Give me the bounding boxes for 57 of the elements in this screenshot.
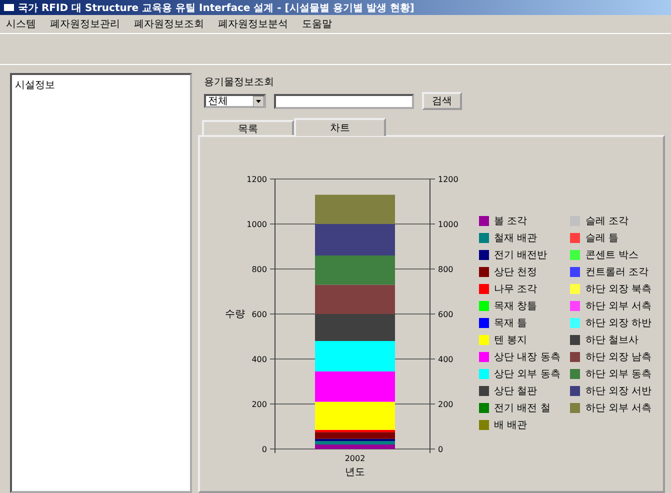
tree-item[interactable]: 시설정보 [15, 78, 187, 92]
menu-item[interactable]: 폐자원정보분석 [218, 17, 288, 31]
menu-item[interactable]: 폐자원정보조회 [134, 17, 204, 31]
legend-label: 전기 배전반 [494, 249, 548, 262]
legend-label: 상단 내장 동측 [494, 351, 560, 364]
legend-label: 하단 외장 서반 [585, 385, 652, 398]
tick-label: 1000 [438, 220, 458, 229]
tick-label: 0 [262, 445, 267, 454]
tick-label: 600 [438, 310, 454, 319]
legend-label: 목재 틀 [494, 317, 528, 330]
legend-label: 철재 배관 [494, 232, 538, 245]
tick-label: 400 [252, 355, 267, 364]
menu-item[interactable]: 시스템 [6, 17, 36, 31]
tab[interactable]: 목록 [202, 120, 294, 135]
category-label: 2002 [344, 454, 366, 463]
legend-label: 하단 외장 남측 [585, 351, 652, 364]
legend-label: 나무 조각 [494, 283, 538, 296]
legend-label: 콘센트 박스 [585, 249, 639, 262]
search-button[interactable]: 검색 [422, 92, 462, 110]
legend-label: 상단 외부 동측 [494, 368, 560, 381]
legend-label: 전기 배전 철 [494, 402, 550, 415]
y-axis-title: 수량 [225, 309, 245, 320]
dropdown-icon [253, 96, 264, 106]
legend-label: 하단 철브사 [585, 334, 639, 347]
legend-label: 하단 외부 서측 [585, 300, 652, 313]
legend-label: 상단 철판 [494, 385, 538, 398]
legend-label: 목재 창틀 [494, 300, 538, 313]
tick-label: 1200 [246, 175, 267, 184]
tick-label: 800 [252, 265, 267, 274]
window-title: 국가 RFID 대 Structure 교육용 유틸 Interface 설계 - [시설물별 용기별 발생 현황] [18, 2, 414, 14]
legend-label: 텐 봉지 [494, 334, 528, 347]
x-axis-title: 년도 [345, 467, 365, 478]
legend-label: 상단 천정 [494, 266, 538, 279]
tick-label: 0 [438, 445, 444, 454]
tick-label: 200 [438, 400, 454, 409]
app-icon [4, 3, 14, 12]
legend-label: 슬레 틀 [585, 232, 619, 245]
search-field[interactable] [274, 94, 414, 108]
legend-label: 하단 외부 동측 [585, 368, 652, 381]
group-label: 용기물정보조회 [204, 77, 274, 88]
legend-label: 하단 외부 서측 [585, 402, 652, 415]
legend-label: 슬레 조각 [585, 215, 629, 228]
tick-label: 800 [438, 265, 454, 274]
combo-box[interactable]: 전체 [204, 94, 266, 108]
legend-label: 볼 조각 [494, 215, 528, 228]
legend-label: 하단 외장 북측 [585, 283, 652, 296]
tick-label: 400 [438, 355, 454, 364]
menu-item[interactable]: 폐자원정보관리 [50, 17, 120, 31]
tick-label: 600 [252, 310, 267, 319]
legend-label: 컨트롤러 조각 [585, 266, 649, 279]
tick-label: 200 [252, 400, 267, 409]
legend-label: 배 배관 [494, 419, 528, 432]
menu-item[interactable]: 도움말 [302, 17, 332, 31]
tick-label: 1200 [438, 175, 458, 184]
legend-label: 하단 외장 하반 [585, 317, 652, 330]
tick-label: 1000 [246, 220, 267, 229]
tab[interactable]: 차트 [294, 118, 386, 136]
